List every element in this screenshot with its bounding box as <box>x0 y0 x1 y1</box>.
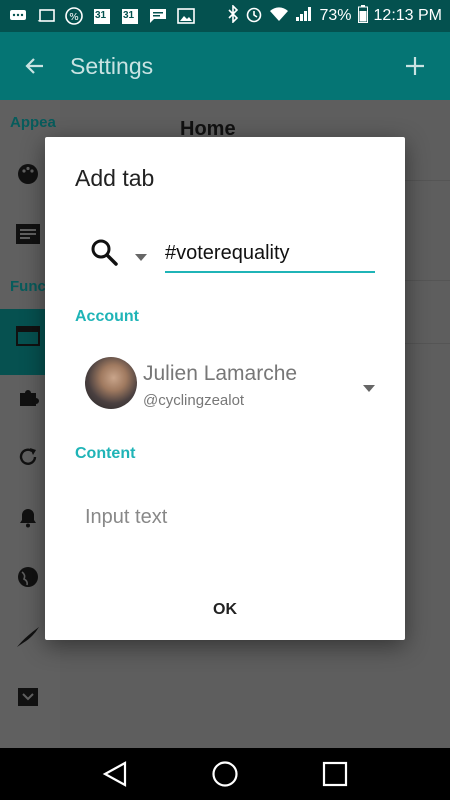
add-button[interactable] <box>380 54 450 78</box>
signal-icon <box>295 6 313 27</box>
back-triangle-icon <box>102 761 127 787</box>
chat-icon <box>148 7 168 25</box>
tab-query-input[interactable] <box>165 235 375 273</box>
system-nav-bar <box>0 748 450 800</box>
chevron-down-icon[interactable] <box>135 249 147 261</box>
clock: 12:13 PM <box>373 7 442 24</box>
account-selector[interactable]: Julien Lamarche @cyclingzealot <box>75 352 385 414</box>
calendar-icon-2: 31 <box>120 7 140 25</box>
battery-percent: 73% <box>319 7 352 24</box>
add-tab-dialog: Add tab Account Julien Lamarche @cycling… <box>45 137 405 640</box>
sidebar-section-appearance: Appea <box>10 114 56 131</box>
plus-icon <box>406 57 424 75</box>
calendar-day: 31 <box>95 10 107 21</box>
article-icon[interactable] <box>14 220 42 248</box>
nav-back-button[interactable] <box>95 754 135 794</box>
tab-icon[interactable] <box>14 322 42 350</box>
status-icons-left: % 31 31 <box>8 7 227 25</box>
globe-icon[interactable] <box>14 563 42 591</box>
bluetooth-icon <box>227 3 239 28</box>
app-bar: Settings <box>0 32 450 100</box>
image-icon <box>176 7 196 25</box>
status-bar: % 31 31 73% 12:13 PM <box>0 0 450 32</box>
calendar-day-2: 31 <box>123 10 135 21</box>
content-input[interactable] <box>85 499 375 535</box>
page-title: Settings <box>70 52 154 79</box>
ok-button[interactable]: OK <box>195 592 255 628</box>
account-label: Account <box>75 308 139 325</box>
message-icon <box>8 7 28 25</box>
wifi-icon <box>269 6 289 27</box>
back-button[interactable] <box>0 54 70 78</box>
nav-recents-button[interactable] <box>315 754 355 794</box>
status-icons-right: 73% 12:13 PM <box>227 3 442 28</box>
alarm-icon <box>245 5 263 28</box>
svg-text:%: % <box>69 12 79 23</box>
back-arrow-icon <box>25 58 43 74</box>
sidebar-section-function: Func <box>10 278 46 295</box>
cast-icon <box>36 7 56 25</box>
bell-icon[interactable] <box>14 503 42 531</box>
nav-home-button[interactable] <box>205 754 245 794</box>
percent-icon: % <box>64 7 84 25</box>
avatar <box>85 357 137 409</box>
calendar-icon: 31 <box>92 7 112 25</box>
battery-icon <box>357 4 368 28</box>
account-handle: @cyclingzealot <box>143 392 245 409</box>
account-name: Julien Lamarche <box>143 362 298 385</box>
palette-icon[interactable] <box>14 160 42 188</box>
quill-icon[interactable] <box>14 623 42 651</box>
archive-icon[interactable] <box>14 683 42 711</box>
home-circle-icon <box>212 761 238 787</box>
extension-icon[interactable] <box>14 383 42 411</box>
dialog-title: Add tab <box>75 165 155 191</box>
recents-square-icon <box>322 761 348 787</box>
content-label: Content <box>75 445 136 462</box>
account-dropdown-icon[interactable] <box>363 380 375 392</box>
refresh-icon[interactable] <box>14 443 42 471</box>
search-icon[interactable] <box>89 237 119 267</box>
